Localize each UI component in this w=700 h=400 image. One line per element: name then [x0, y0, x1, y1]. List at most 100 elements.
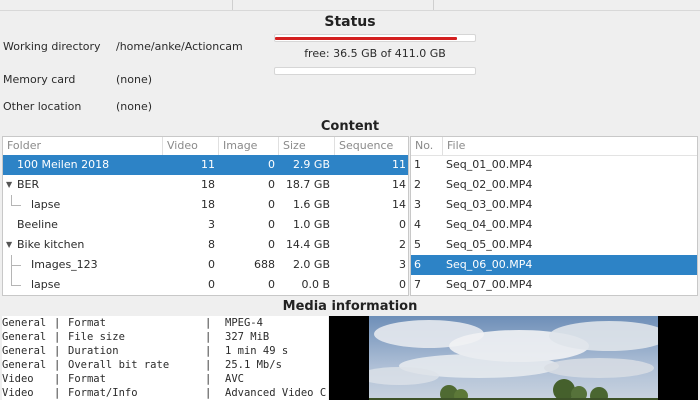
file-row[interactable]: 5 Seq_05_00.MP4 — [411, 235, 697, 255]
folder-tree-table[interactable]: Folder Video Image Size Sequence 100 Mei… — [2, 136, 409, 296]
folder-sequence-count: 14 — [392, 178, 406, 191]
memory-card-label: Memory card — [3, 73, 76, 86]
media-info-divider: | — [205, 317, 212, 329]
media-info-row: Video | Format/Info | Advanced Video C — [2, 386, 326, 400]
column-header-folder[interactable]: Folder — [3, 137, 163, 155]
file-row[interactable]: 2 Seq_02_00.MP4 — [411, 175, 697, 195]
memory-card-usage-bar — [274, 67, 476, 75]
folder-video-count: 3 — [208, 218, 215, 231]
other-location-label: Other location — [3, 100, 82, 113]
file-number: 5 — [414, 238, 421, 251]
media-info-key: File size — [68, 331, 125, 343]
folder-row[interactable]: Images_123 0 688 2.0 GB 3 — [3, 255, 408, 275]
folder-sequence-count: 11 — [392, 158, 406, 171]
folder-row[interactable]: ▼ Bike kitchen 8 0 14.4 GB 2 — [3, 235, 408, 255]
media-info-value: 327 MiB — [225, 331, 270, 343]
top-toolbar-strip — [0, 0, 700, 11]
media-info-divider: | — [54, 345, 61, 357]
folder-name: 100 Meilen 2018 — [17, 158, 110, 171]
file-number: 3 — [414, 198, 421, 211]
folder-row[interactable]: lapse 18 0 1.6 GB 14 — [3, 195, 408, 215]
tree-branch-line — [11, 205, 21, 206]
media-info-divider: | — [205, 359, 212, 371]
media-info-section: Video — [2, 373, 34, 385]
expand-arrow-icon[interactable]: ▼ — [6, 235, 12, 255]
media-info-section: General — [2, 345, 47, 357]
media-info-row: General | Duration | 1 min 49 s — [2, 344, 288, 358]
folder-size: 1.0 GB — [292, 218, 330, 231]
file-name: Seq_03_00.MP4 — [446, 198, 533, 211]
preview-thumbnail-image — [369, 316, 658, 400]
folder-video-count: 11 — [201, 158, 215, 171]
folder-row[interactable]: ▼ BER 18 0 18.7 GB 14 — [3, 175, 408, 195]
disk-free-text: free: 36.5 GB of 411.0 GB — [304, 47, 446, 60]
folder-row[interactable]: lapse 0 0 0.0 B 0 — [3, 275, 408, 295]
column-header-file[interactable]: File — [443, 137, 697, 155]
other-location-value: (none) — [116, 100, 153, 113]
media-information-title: Media information — [282, 299, 418, 314]
folder-image-count: 0 — [268, 278, 275, 291]
media-info-divider: | — [54, 317, 61, 329]
folder-row[interactable]: 100 Meilen 2018 11 0 2.9 GB 11 — [3, 155, 408, 175]
media-info-key: Format/Info — [68, 387, 138, 399]
file-list-table[interactable]: No. File 1 Seq_01_00.MP4 2 Seq_02_00.MP4… — [410, 136, 698, 296]
folder-video-count: 0 — [208, 278, 215, 291]
working-directory-label: Working directory — [3, 40, 101, 53]
content-section-title: Content — [320, 119, 380, 134]
video-preview[interactable] — [329, 316, 698, 400]
file-row[interactable]: 6 Seq_06_00.MP4 — [411, 255, 697, 275]
media-info-divider: | — [54, 331, 61, 343]
media-info-value: MPEG-4 — [225, 317, 263, 329]
media-info-divider: | — [54, 359, 61, 371]
media-info-row: General | Format | MPEG-4 — [2, 316, 263, 330]
folder-image-count: 688 — [254, 258, 275, 271]
column-header-number[interactable]: No. — [411, 137, 443, 155]
media-info-divider: | — [205, 373, 212, 385]
column-header-image[interactable]: Image — [219, 137, 279, 155]
expand-arrow-icon[interactable]: ▼ — [6, 175, 12, 195]
file-number: 6 — [414, 258, 421, 271]
file-row[interactable]: 3 Seq_03_00.MP4 — [411, 195, 697, 215]
disk-usage-fill — [275, 37, 458, 40]
folder-sequence-count: 0 — [399, 218, 406, 231]
folder-video-count: 0 — [208, 258, 215, 271]
media-info-divider: | — [205, 345, 212, 357]
tree-branch-line — [11, 195, 12, 205]
folder-image-count: 0 — [268, 158, 275, 171]
folder-image-count: 0 — [268, 198, 275, 211]
media-info-divider: | — [205, 331, 212, 343]
media-info-text[interactable]: General | Format | MPEG-4 General | File… — [2, 316, 328, 400]
media-info-row: General | Overall bit rate | 25.1 Mb/s — [2, 358, 282, 372]
folder-video-count: 8 — [208, 238, 215, 251]
media-info-key: Format — [68, 373, 106, 385]
toolbar-separator — [232, 0, 233, 10]
folder-sequence-count: 0 — [399, 278, 406, 291]
folder-name: Beeline — [17, 218, 58, 231]
file-name: Seq_05_00.MP4 — [446, 238, 533, 251]
folder-sequence-count: 14 — [392, 198, 406, 211]
media-info-key: Duration — [68, 345, 119, 357]
file-row[interactable]: 1 Seq_01_00.MP4 — [411, 155, 697, 175]
disk-usage-bar — [274, 34, 476, 42]
folder-image-count: 0 — [268, 178, 275, 191]
tree-branch-line — [11, 265, 21, 266]
memory-card-value: (none) — [116, 73, 153, 86]
folder-video-count: 18 — [201, 178, 215, 191]
folder-size: 1.6 GB — [292, 198, 330, 211]
media-info-value: 1 min 49 s — [225, 345, 289, 357]
file-row[interactable]: 4 Seq_04_00.MP4 — [411, 215, 697, 235]
column-header-sequence[interactable]: Sequence — [335, 137, 408, 155]
media-info-key: Format — [68, 317, 106, 329]
folder-image-count: 0 — [268, 238, 275, 251]
media-info-row: General | File size | 327 MiB — [2, 330, 269, 344]
folder-sequence-count: 2 — [399, 238, 406, 251]
column-header-size[interactable]: Size — [279, 137, 335, 155]
folder-row[interactable]: Beeline 3 0 1.0 GB 0 — [3, 215, 408, 235]
media-info-divider: | — [54, 373, 61, 385]
toolbar-separator — [433, 0, 434, 10]
file-number: 1 — [414, 158, 421, 171]
folder-name: Bike kitchen — [17, 238, 85, 251]
media-info-value: 25.1 Mb/s — [225, 359, 282, 371]
file-row[interactable]: 7 Seq_07_00.MP4 — [411, 275, 697, 295]
column-header-video[interactable]: Video — [163, 137, 219, 155]
